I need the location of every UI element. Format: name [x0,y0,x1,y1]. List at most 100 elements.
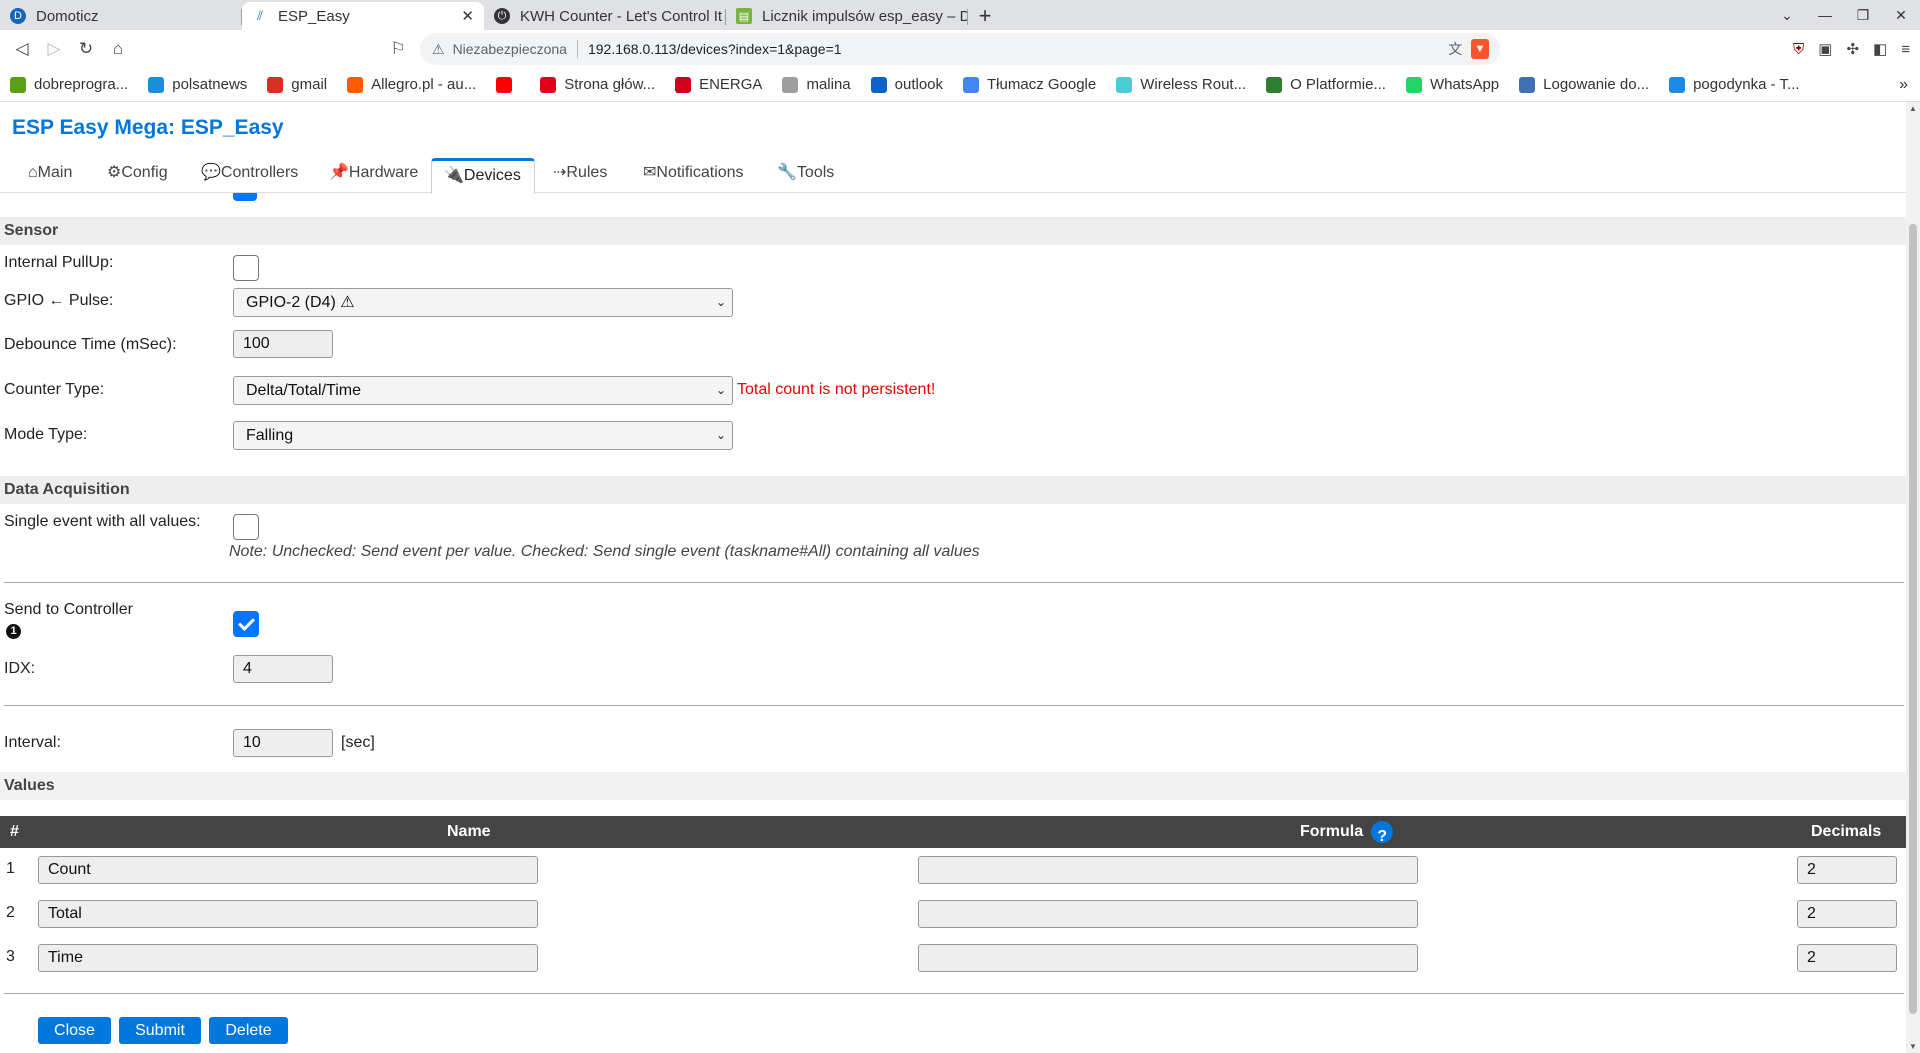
interval-input[interactable]: 10 [233,729,333,757]
value-name-input[interactable]: Count [38,856,538,884]
debounce-input[interactable]: 100 [233,330,333,358]
ublock-icon[interactable]: ⛨ [1793,41,1804,58]
browser-tab[interactable]: ⏻ KWH Counter - Let's Control It [484,2,726,30]
pullup-checkbox[interactable] [233,255,259,281]
bookmark-item[interactable]: gmail [267,76,327,93]
help-icon[interactable]: ? [1371,820,1394,845]
bookmark-item[interactable]: O Platformie... [1266,76,1386,93]
login-icon [1519,76,1536,93]
tab-search-icon[interactable]: ⌄ [1768,7,1806,24]
send-to-controller-checkbox[interactable] [233,611,259,637]
close-tab-icon[interactable]: ✕ [461,7,474,25]
interval-label: Interval: [4,734,61,751]
tab-title: KWH Counter - Let's Control It [520,7,723,25]
tauron-icon [540,76,557,93]
submit-button[interactable]: Submit [119,1017,201,1044]
more-bookmarks-icon[interactable]: » [1899,76,1908,94]
bookmark-label: Tłumacz Google [987,76,1097,93]
browser-tab-active[interactable]: ⫽ ESP_Easy ✕ [242,2,484,30]
menu-config[interactable]: ⚙Config [95,157,180,193]
bookmark-item[interactable]: dobreprogra... [10,76,128,93]
bookmark-icon[interactable]: ⚐ [382,33,414,65]
scroll-up-icon[interactable]: ▲ [1906,104,1920,113]
security-label: Niezabezpieczona [452,41,567,57]
sidebar-icon[interactable]: ◧ [1873,40,1887,58]
col-formula: Formula? [1300,816,1394,848]
bookmark-label: Wireless Rout... [1140,76,1247,93]
value-name-input[interactable]: Time [38,944,538,972]
bookmark-item[interactable]: ENERGA [675,76,762,93]
row-number: 2 [6,904,15,921]
bookmark-item[interactable]: pogodynka - T... [1669,76,1800,93]
menu-notifications[interactable]: ✉Notifications [631,157,756,193]
scrollbar-thumb[interactable] [1909,224,1917,1014]
close-window-icon[interactable]: ✕ [1882,7,1920,24]
translate-icon[interactable]: 文 [1448,39,1462,59]
bookmark-item[interactable]: Wireless Rout... [1116,76,1246,93]
menu-devices[interactable]: 🔌Devices [431,158,535,194]
close-button[interactable]: Close [38,1017,111,1044]
bookmark-label: WhatsApp [1429,76,1500,93]
restore-icon[interactable]: ❐ [1844,7,1882,24]
counter-type-select[interactable]: Delta/Total/Time ⌄ [233,376,733,405]
folder-icon [782,76,799,93]
menu-main[interactable]: ⌂Main [16,157,84,193]
forward-icon[interactable]: ▷ [38,33,70,65]
bookmark-item[interactable]: outlook [870,76,943,93]
col-decimals: Decimals [1811,823,1882,840]
divider [4,582,1904,583]
value-decimals-input[interactable]: 2 [1797,900,1897,928]
gpio-select[interactable]: GPIO-2 (D4) ⚠ ⌄ [233,288,733,317]
divider [576,40,578,58]
minimize-icon[interactable]: — [1806,7,1844,23]
warning-icon: ⚠ [432,40,445,57]
bookmark-label: pogodynka - T... [1693,76,1800,93]
bookmark-item[interactable]: Logowanie do... [1519,76,1649,93]
bookmark-item[interactable]: polsatnews [148,76,247,93]
bookmark-label: dobreprogra... [34,76,129,93]
gpio-label: GPIO ← Pulse: [4,292,114,309]
new-tab-button[interactable]: + [968,2,1002,30]
bookmark-item[interactable]: Allegro.pl - au... [347,76,476,93]
menu-hardware[interactable]: 📌Hardware [317,157,430,193]
col-formula-label: Formula [1300,823,1364,840]
mode-type-select[interactable]: Falling ⌄ [233,421,733,450]
divider [4,705,1904,706]
home-icon[interactable]: ⌂ [102,33,134,65]
scroll-down-icon[interactable]: ▼ [1906,1042,1920,1051]
extensions-icon[interactable]: ✣ [1846,40,1859,58]
value-formula-input[interactable] [918,900,1418,928]
single-event-checkbox[interactable] [233,514,259,540]
menu-rules[interactable]: ⇢Rules [541,157,619,193]
bookmark-item[interactable]: WhatsApp [1405,76,1500,93]
bookmark-item[interactable]: malina [782,76,851,93]
browser-tab[interactable]: ▤ Licznik impulsów esp_easy – D [726,2,968,30]
platform-icon [1266,76,1283,93]
menu-controllers[interactable]: 💬Controllers [189,157,310,193]
delete-button[interactable]: Delete [209,1017,288,1044]
value-formula-input[interactable] [918,856,1418,884]
chat-icon [1669,76,1686,93]
address-bar[interactable]: ⚠ Niezabezpieczona 192.168.0.113/devices… [420,33,1500,65]
back-icon[interactable]: ◁ [6,33,38,65]
value-decimals-input[interactable]: 2 [1797,856,1897,884]
value-name-input[interactable]: Total [38,900,538,928]
menu-icon[interactable]: ≡ [1901,41,1910,58]
bookmark-item[interactable] [496,76,520,93]
bookmark-item[interactable]: Strona głów... [540,76,655,93]
bitwarden-icon[interactable]: ▣ [1818,40,1832,58]
section-sensor: Sensor [0,217,1906,245]
idx-input[interactable]: 4 [233,655,333,683]
counter-warning: Total count is not persistent! [737,381,936,398]
bookmark-label: ENERGA [699,76,763,93]
brave-shield-icon[interactable]: ▼ [1471,39,1489,59]
reload-icon[interactable]: ↻ [70,33,102,65]
row-number: 1 [6,860,15,877]
bookmark-item[interactable]: Tłumacz Google [963,76,1096,93]
value-decimals-input[interactable]: 2 [1797,944,1897,972]
value-formula-input[interactable] [918,944,1418,972]
page-scrollbar[interactable]: ▲ ▼ [1906,102,1920,1053]
browser-tab[interactable]: D Domoticz [0,2,242,30]
bookmark-label: malina [806,76,851,93]
menu-tools[interactable]: 🔧Tools [765,157,846,193]
